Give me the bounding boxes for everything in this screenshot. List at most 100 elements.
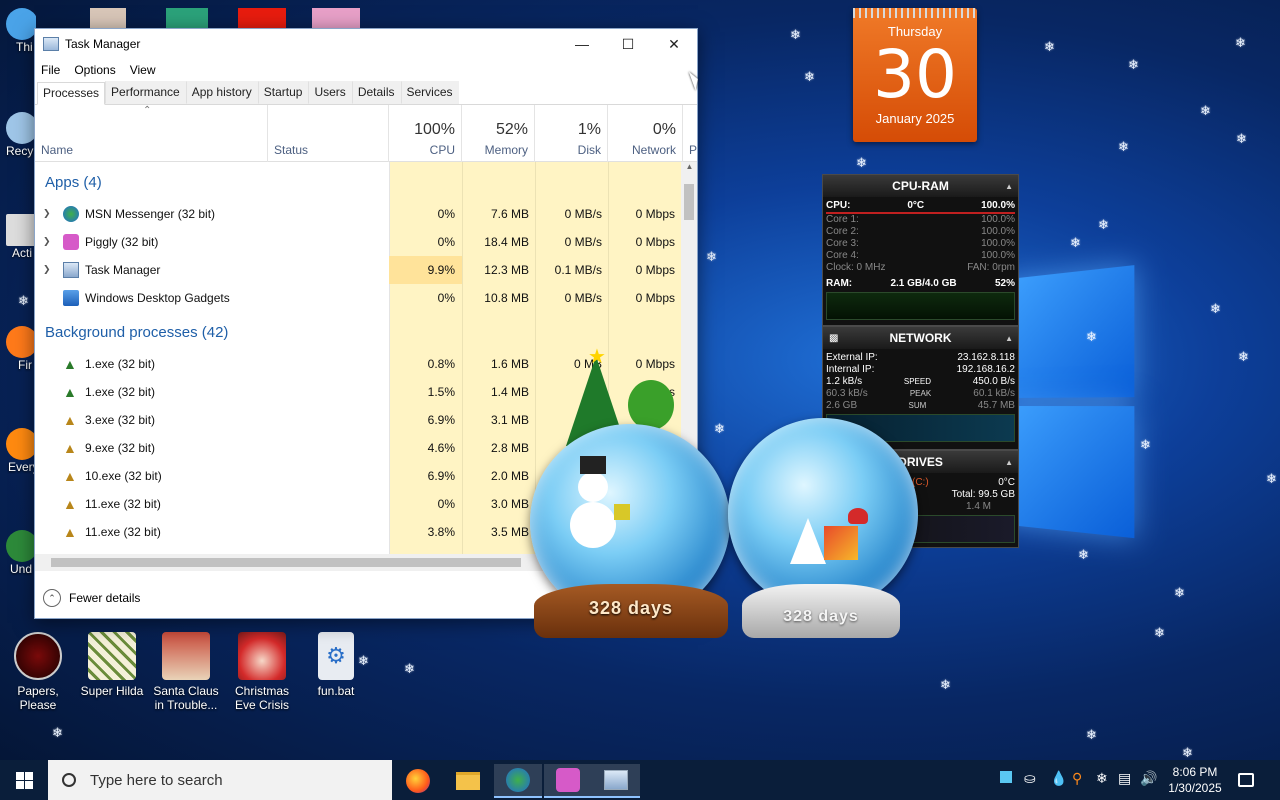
expand-chevron-icon[interactable]: ❯ xyxy=(43,236,51,247)
system-clock[interactable]: 8:06 PM 1/30/2025 xyxy=(1158,764,1232,796)
desktop-icon-papers-please[interactable]: Papers, Please xyxy=(2,632,74,712)
notification-center-button[interactable] xyxy=(1236,770,1256,790)
calendar-rings xyxy=(853,8,977,18)
fewer-details-link[interactable]: Fewer details xyxy=(69,591,140,605)
monitor-icon: ▩ xyxy=(829,332,839,344)
column-header-status[interactable]: Status xyxy=(268,105,389,162)
maximize-button[interactable]: ☐ xyxy=(605,29,651,59)
close-button[interactable]: ✕ xyxy=(651,29,697,59)
presents-icon xyxy=(824,526,858,560)
tab-users[interactable]: Users xyxy=(308,81,352,104)
collapse-arrow-icon[interactable]: ▲ xyxy=(1005,182,1013,191)
snowman-icon xyxy=(570,502,616,548)
column-header-network[interactable]: 0% Network xyxy=(608,105,683,162)
taskbar-msn-messenger[interactable] xyxy=(494,764,542,798)
search-placeholder: Type here to search xyxy=(90,771,223,789)
column-header-power[interactable]: P xyxy=(683,105,699,162)
everything-icon xyxy=(6,428,36,460)
tray-snowflake-icon[interactable]: ❄ xyxy=(1096,770,1108,787)
desktop-icon-acti[interactable]: Acti xyxy=(0,214,36,260)
bell-icon: ▲ xyxy=(63,440,77,456)
desktop-gadgets-icon xyxy=(63,290,79,306)
desktop-icon-everything[interactable]: Every xyxy=(0,428,36,474)
desktop-icon-recycle-bin[interactable]: Recy xyxy=(0,112,36,158)
recycle-bin-icon xyxy=(6,112,36,144)
collapse-arrow-icon[interactable]: ▲ xyxy=(1005,334,1013,343)
desktop-icon-und[interactable]: Und xyxy=(0,530,36,576)
tab-app-history[interactable]: App history xyxy=(185,81,258,104)
chevron-up-icon[interactable]: ⌃ xyxy=(43,589,61,607)
gadget-header: CPU-RAM ▲ xyxy=(823,175,1018,197)
clock-date: 1/30/2025 xyxy=(1168,781,1222,795)
firefox-icon xyxy=(406,769,430,793)
expand-chevron-icon[interactable]: ❯ xyxy=(43,208,51,219)
tray-volume-icon[interactable]: 🔊 xyxy=(1140,770,1157,787)
calendar-day: 30 xyxy=(873,36,957,113)
this-pc-icon xyxy=(6,8,36,40)
tray-drop-icon[interactable]: 💧 xyxy=(1050,770,1067,787)
task-manager-icon xyxy=(63,262,79,278)
tab-services[interactable]: Services xyxy=(400,81,459,104)
minimize-button[interactable]: — xyxy=(559,29,605,59)
menu-options[interactable]: Options xyxy=(74,63,115,77)
globe-glass xyxy=(728,418,918,610)
taskbar-file-explorer[interactable] xyxy=(444,764,492,798)
tree-icon: ▲ xyxy=(63,384,77,400)
tray-gadget-icon[interactable] xyxy=(1000,770,1012,786)
process-row[interactable]: ❯ Task Manager 9.9% 12.3 MB 0.1 MB/s 0 M… xyxy=(35,256,681,284)
menu-view[interactable]: View xyxy=(130,63,156,77)
desktop-icon-christmas-eve-crisis[interactable]: Christmas Eve Crisis xyxy=(226,632,298,712)
scrollbar-thumb[interactable] xyxy=(51,558,521,567)
clock-time: 8:06 PM xyxy=(1172,765,1218,779)
gadget-header: ▩ NETWORK ▲ xyxy=(823,327,1018,349)
msn-messenger-icon xyxy=(63,206,79,222)
tree-icon: ▲ xyxy=(63,356,77,372)
calendar-gadget[interactable]: Thursday 30 January 2025 xyxy=(853,8,977,142)
scroll-up-arrow-icon[interactable]: ▲ xyxy=(681,162,697,171)
process-row[interactable]: Windows Desktop Gadgets 0% 10.8 MB 0 MB/… xyxy=(35,284,681,312)
days-counter: 328 days xyxy=(588,598,674,618)
taskbar-firefox[interactable] xyxy=(394,764,442,798)
tray-network-icon[interactable]: ▤ xyxy=(1118,770,1131,787)
column-header-name[interactable]: Name xyxy=(35,105,268,162)
menu-file[interactable]: File xyxy=(41,63,60,77)
desktop-icon-firefox[interactable]: Fir xyxy=(0,326,36,372)
desktop-icon-this-pc[interactable]: Thi xyxy=(0,8,36,54)
christmas-eve-crisis-icon xyxy=(238,632,286,680)
bell-icon: ▲ xyxy=(63,496,77,512)
bell-icon: ▲ xyxy=(63,524,77,540)
present-icon xyxy=(614,504,630,520)
tab-performance[interactable]: Performance xyxy=(105,81,186,104)
snowman-head xyxy=(578,472,608,502)
scrollbar-thumb[interactable] xyxy=(684,184,694,220)
tab-details[interactable]: Details xyxy=(351,81,401,104)
taskbar-piggly[interactable] xyxy=(544,764,592,798)
desktop-icon-fun-bat[interactable]: ⚙ fun.bat xyxy=(300,632,372,698)
notification-icon xyxy=(1238,773,1254,787)
tab-processes[interactable]: Processes xyxy=(37,82,106,105)
cpu-ram-gadget[interactable]: CPU-RAM ▲ CPU: 0°C 100.0% Core 1: 100.0% … xyxy=(822,174,1019,326)
taskbar-task-manager[interactable] xyxy=(592,764,640,798)
column-header-cpu[interactable]: 100% CPU xyxy=(389,105,462,162)
search-icon xyxy=(62,773,76,787)
column-header-memory[interactable]: 52% Memory xyxy=(462,105,535,162)
file-icon xyxy=(6,214,36,246)
tab-startup[interactable]: Startup xyxy=(257,81,309,104)
windows-icon xyxy=(15,771,33,789)
process-row[interactable]: ❯ Piggly (32 bit) 0% 18.4 MB 0 MB/s 0 Mb… xyxy=(35,228,681,256)
app-icon xyxy=(6,530,36,562)
desktop-icon-super-hilda[interactable]: Super Hilda xyxy=(76,632,148,698)
process-row[interactable]: ❯ MSN Messenger (32 bit) 0% 7.6 MB 0 MB/… xyxy=(35,200,681,228)
super-hilda-icon xyxy=(88,632,136,680)
tray-app-icon[interactable]: ⛀ xyxy=(1024,770,1036,787)
tray-search-icon[interactable]: ⚲ xyxy=(1072,770,1082,787)
piggly-icon xyxy=(556,768,580,792)
expand-chevron-icon[interactable]: ❯ xyxy=(43,264,51,275)
search-box[interactable]: Type here to search xyxy=(48,760,392,800)
column-header-disk[interactable]: 1% Disk xyxy=(535,105,608,162)
santa-hat-icon xyxy=(848,508,868,524)
desktop-icon-santa-claus[interactable]: Santa Claus in Trouble... xyxy=(150,632,222,712)
start-button[interactable] xyxy=(0,760,48,800)
collapse-arrow-icon[interactable]: ▲ xyxy=(1005,458,1013,467)
title-bar[interactable]: Task Manager — ☐ ✕ xyxy=(35,29,697,59)
